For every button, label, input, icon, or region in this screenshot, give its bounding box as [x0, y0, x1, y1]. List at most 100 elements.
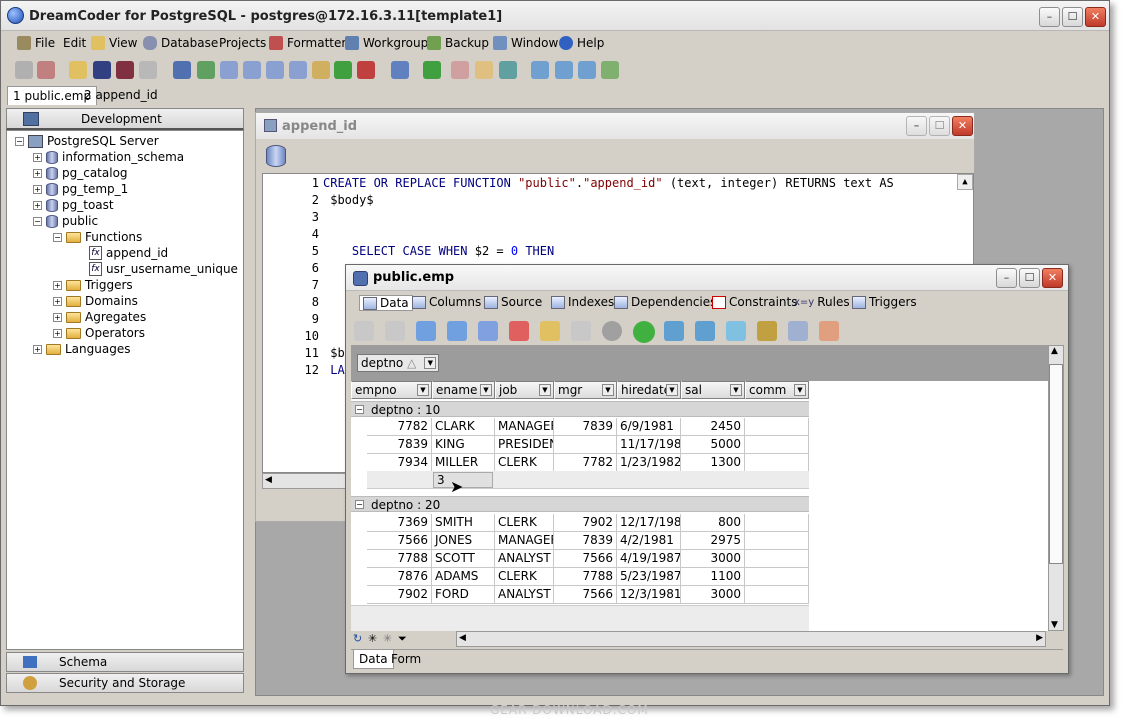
table-cell[interactable] — [745, 418, 809, 436]
table-cell[interactable]: 12/17/1980 — [617, 514, 681, 532]
refresh-icon[interactable] — [633, 321, 655, 343]
editor-maximize-button[interactable]: ☐ — [929, 116, 950, 136]
tab-rules[interactable]: x=y Rules — [794, 295, 850, 309]
table-cell[interactable] — [745, 568, 809, 586]
table-maximize-button[interactable]: ☐ — [1019, 268, 1040, 288]
table-cell[interactable] — [745, 514, 809, 532]
collapse-icon[interactable]: − — [355, 500, 364, 509]
export-icon[interactable] — [357, 61, 375, 79]
table-cell[interactable]: MANAGER — [495, 418, 554, 436]
tree-schema-information_schema[interactable]: + information_schema — [33, 149, 184, 165]
sql-icon[interactable] — [173, 61, 191, 79]
tree-function-usr_username_unique[interactable]: fx usr_username_unique — [89, 261, 238, 277]
menu-formatter[interactable]: Formatter — [269, 36, 346, 50]
col-comm[interactable]: comm ▼ — [745, 381, 809, 399]
table-cell[interactable]: CLERK — [495, 514, 554, 532]
first-record-icon[interactable] — [354, 321, 374, 341]
print-icon[interactable] — [139, 61, 157, 79]
goto-icon[interactable] — [601, 61, 619, 79]
close-button[interactable]: ✕ — [1085, 7, 1106, 27]
chevron-down-icon[interactable]: ▼ — [424, 357, 437, 369]
filter-icon[interactable] — [788, 321, 808, 341]
table-cell[interactable]: 6/9/1981 — [617, 418, 681, 436]
tab-constraints[interactable]: Constraints — [712, 295, 797, 309]
tree-server[interactable]: − PostgreSQL Server — [15, 133, 159, 149]
scroll-up-icon[interactable]: ▲ — [957, 174, 973, 190]
table-cell[interactable]: 7782 — [554, 454, 617, 472]
table-cell[interactable]: CLERK — [495, 568, 554, 586]
grid-hscroll[interactable]: ◀ ▶ — [456, 631, 1046, 647]
save-icon[interactable] — [93, 61, 111, 79]
tree-operators[interactable]: + Operators — [53, 325, 145, 341]
prev-record-icon[interactable] — [385, 321, 405, 341]
table-cell[interactable]: 5000 — [681, 436, 745, 454]
menu-projects[interactable]: Projects — [219, 36, 266, 50]
table-cell[interactable]: 7902 — [554, 514, 617, 532]
find-icon[interactable] — [531, 61, 549, 79]
tree-schema-pg_temp_1[interactable]: + pg_temp_1 — [33, 181, 128, 197]
table-cell[interactable]: 7839 — [554, 532, 617, 550]
table-icon[interactable] — [243, 61, 261, 79]
menu-help[interactable]: Help — [559, 36, 604, 50]
tab-append-id[interactable]: 2 append_id — [79, 86, 163, 105]
tree-domains[interactable]: + Domains — [53, 293, 138, 309]
table-cell[interactable]: FORD — [432, 586, 495, 604]
tree-schema-pg_toast[interactable]: + pg_toast — [33, 197, 114, 213]
table-cell[interactable]: 5/23/1987 — [617, 568, 681, 586]
menu-workgroup[interactable]: Workgroup — [345, 36, 428, 50]
col-empno[interactable]: empno ▼ — [351, 381, 432, 399]
table-cell[interactable]: 7839 — [554, 418, 617, 436]
tab-security-storage[interactable]: Security and Storage — [6, 673, 244, 693]
commit-icon[interactable] — [423, 61, 441, 79]
table-cell[interactable]: 4/19/1987 — [617, 550, 681, 568]
tab-form-view[interactable]: Form — [391, 652, 421, 666]
table-minimize-button[interactable]: – — [996, 268, 1017, 288]
table-cell[interactable] — [745, 586, 809, 604]
table-cell[interactable]: KING — [432, 436, 495, 454]
table-cell[interactable]: 12/3/1981 — [617, 586, 681, 604]
scroll-thumb[interactable] — [1049, 364, 1063, 564]
scissors-icon[interactable] — [499, 61, 517, 79]
properties-icon[interactable] — [757, 321, 777, 341]
table-cell[interactable]: MILLER — [432, 454, 495, 472]
menu-view[interactable]: View — [91, 36, 137, 50]
tab-schema[interactable]: Schema — [6, 652, 244, 672]
scroll-right-icon[interactable]: ▶ — [1036, 633, 1043, 643]
tree-triggers[interactable]: + Triggers — [53, 277, 133, 293]
col-ename[interactable]: ename ▼ — [432, 381, 495, 399]
tab-indexes[interactable]: Indexes — [551, 295, 614, 309]
collapse-icon[interactable]: − — [15, 136, 24, 146]
table-cell[interactable] — [745, 436, 809, 454]
editor-minimize-button[interactable]: – — [906, 116, 927, 136]
table-cell[interactable]: ANALYST — [495, 586, 554, 604]
group-row-deptno-20[interactable]: − deptno : 20 — [351, 496, 809, 512]
table-cell[interactable]: 2975 — [681, 532, 745, 550]
table-cell[interactable]: 1/23/1982 — [617, 454, 681, 472]
insert-record-icon[interactable] — [478, 321, 498, 341]
menu-database[interactable]: Database — [143, 36, 218, 50]
filter-funnel-icon[interactable]: ⏷ — [398, 633, 410, 645]
table-cell[interactable] — [554, 436, 617, 454]
grid-vscroll[interactable]: ▲ ▼ — [1048, 345, 1064, 631]
table-cell[interactable]: 7369 — [367, 514, 432, 532]
maximize-button[interactable]: ☐ — [1062, 7, 1083, 27]
col-mgr[interactable]: mgr ▼ — [554, 381, 617, 399]
menu-file[interactable]: File — [17, 36, 55, 50]
replace-icon[interactable] — [578, 61, 596, 79]
import-data-icon[interactable] — [664, 321, 684, 341]
last-record-icon[interactable] — [447, 321, 467, 341]
editor-close-button[interactable]: ✕ — [952, 116, 973, 136]
table-cell[interactable]: MANAGER — [495, 532, 554, 550]
refresh-nav-icon[interactable]: ↻ — [353, 633, 365, 645]
table-cell[interactable]: 11/17/1981 — [617, 436, 681, 454]
copy-icon[interactable] — [475, 61, 493, 79]
post-edit-icon[interactable] — [571, 321, 591, 341]
table-cell[interactable]: CLERK — [495, 454, 554, 472]
table-cell[interactable]: 7934 — [367, 454, 432, 472]
table-cell[interactable]: 7566 — [554, 550, 617, 568]
menu-backup[interactable]: Backup — [427, 36, 489, 50]
print-data-icon[interactable] — [726, 321, 746, 341]
table-cell[interactable]: 7788 — [367, 550, 432, 568]
group-chip-deptno[interactable]: deptno △ ▼ — [357, 354, 440, 372]
delete-record-icon[interactable] — [509, 321, 529, 341]
